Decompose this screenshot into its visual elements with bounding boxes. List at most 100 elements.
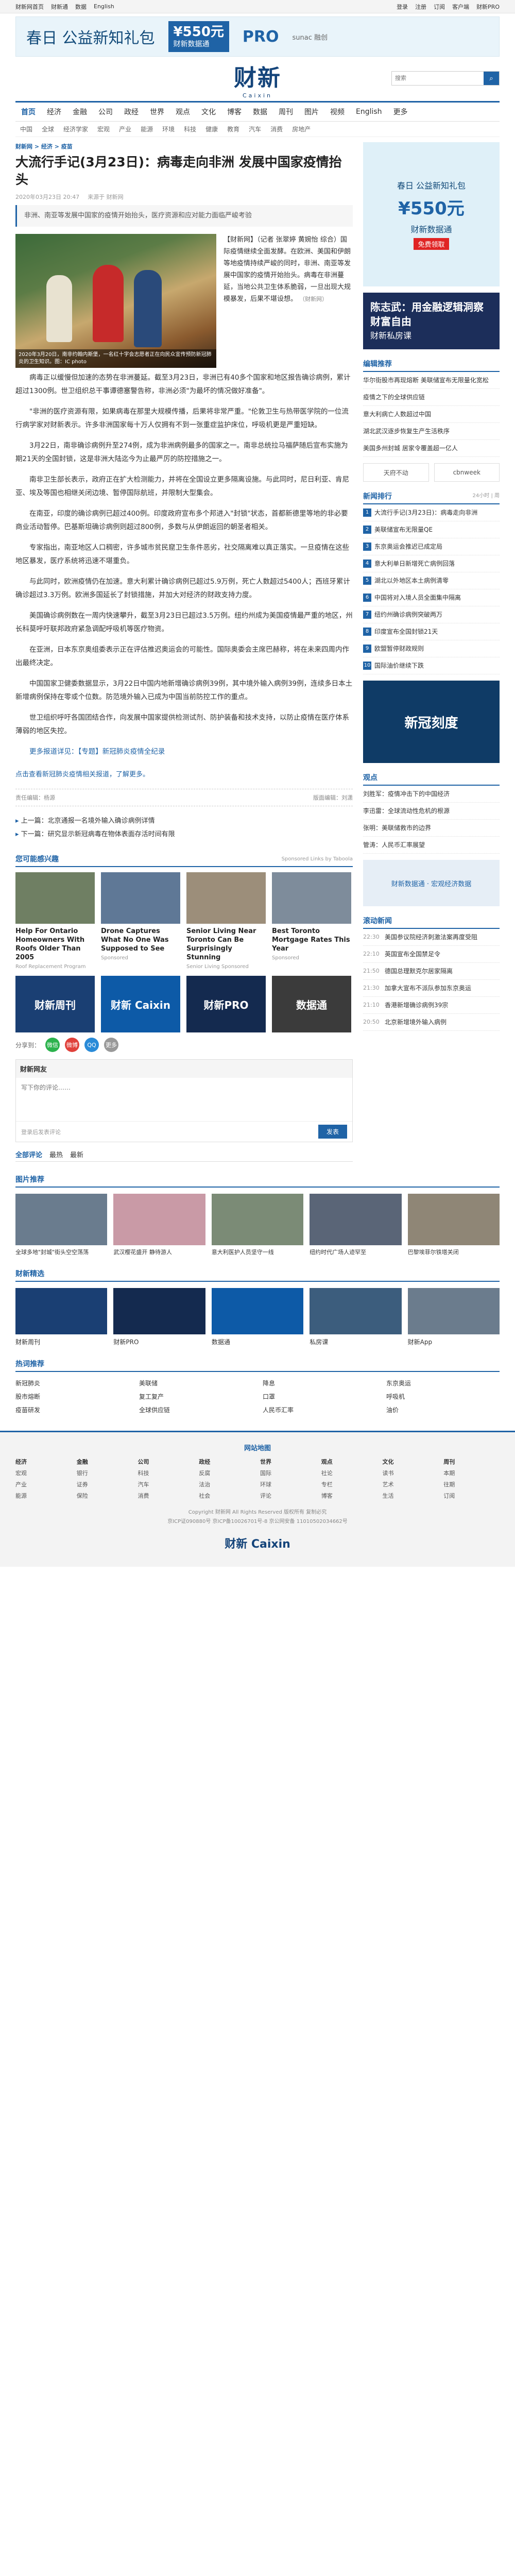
keyword-link[interactable]: 全球供应链 — [139, 1405, 252, 1415]
register-link[interactable]: 注册 — [415, 3, 426, 11]
list-item[interactable]: 华尔街股市再现熔断 美联储宣布无限量化宽松 — [363, 372, 500, 389]
top-banner-ad[interactable]: 春日 公益新知礼包 ¥550元 财新数据通 PRO sunac 融创 — [15, 16, 500, 57]
sponsored-card-title[interactable]: Drone Captures What No One Was Supposed … — [101, 927, 180, 953]
subnav-item[interactable]: 环境 — [158, 125, 179, 133]
keyword-link[interactable]: 口罩 — [263, 1392, 376, 1402]
next-article-link[interactable]: ▸ 下一篇：研究显示新冠病毒在物体表面存活时间有限 — [15, 828, 353, 841]
sitemap-link[interactable]: 国际 — [260, 1469, 316, 1478]
subnav-item[interactable]: 消费 — [266, 125, 287, 133]
sitemap-link[interactable]: 保险 — [77, 1492, 133, 1501]
subnav-item[interactable]: 产业 — [114, 125, 136, 133]
sitemap-heading[interactable]: 世界 — [260, 1458, 316, 1467]
list-item-text[interactable]: 湖北武汉逐步恢复生产生活秩序 — [363, 426, 450, 436]
topbar-link-caixintong[interactable]: 财新通 — [51, 3, 68, 11]
sponsored-tag[interactable]: Sponsored Links by Taboola — [282, 856, 353, 862]
list-item[interactable]: 疫情之下的全球供应链 — [363, 389, 500, 406]
sponsored-card-title[interactable]: Help For Ontario Homeowners With Roofs O… — [15, 927, 95, 962]
list-item-text[interactable]: 东京奥运会推迟已成定局 — [374, 541, 442, 552]
pick-caption[interactable]: 财新PRO — [113, 1337, 205, 1346]
sitemap-link[interactable]: 专栏 — [321, 1480, 377, 1489]
list-item-text[interactable]: 大流行手记(3月23日)：病毒走向非洲 — [374, 507, 477, 518]
gallery-caption[interactable]: 意大利医护人员坚守一线 — [212, 1248, 303, 1256]
list-item[interactable]: 22:30 美国参议院经济刺激法案再度受阻 — [363, 929, 500, 946]
more-share-icon[interactable]: 更多 — [104, 1038, 119, 1052]
list-item[interactable]: 湖北武汉逐步恢复生产生活秩序 — [363, 423, 500, 440]
list-item-text[interactable]: 美国多州封城 居家令覆盖超一亿人 — [363, 443, 458, 453]
list-item-text[interactable]: 纽约州确诊病例突破两万 — [374, 609, 442, 620]
pick-caption[interactable]: 数据通 — [212, 1337, 303, 1346]
sitemap-link[interactable]: 博客 — [321, 1492, 377, 1501]
keyword-link[interactable]: 疫苗研发 — [15, 1405, 129, 1415]
nav-item-economy[interactable]: 经济 — [41, 107, 67, 117]
keyword-link[interactable]: 美联储 — [139, 1378, 252, 1388]
subnav-item[interactable]: 健康 — [201, 125, 222, 133]
gallery-caption[interactable]: 全球多地"封城"街头空空荡荡 — [15, 1248, 107, 1256]
list-item-text[interactable]: 加拿大宣布不派队参加东京奥运 — [385, 983, 471, 993]
nav-item-english[interactable]: English — [350, 108, 388, 116]
subscribe-link[interactable]: 订阅 — [434, 3, 445, 11]
sitemap-link[interactable]: 法治 — [199, 1480, 255, 1489]
gallery-item[interactable]: 巴黎埃菲尔铁塔关闭 — [407, 1194, 500, 1256]
nav-item-companies[interactable]: 公司 — [93, 107, 118, 117]
sitemap-link[interactable]: 社会 — [199, 1492, 255, 1501]
list-item[interactable]: 5 湖北以外地区本土病例清零 — [363, 572, 500, 589]
site-logo[interactable]: 财新 — [234, 59, 281, 92]
app-link[interactable]: 客户端 — [452, 3, 469, 11]
sitemap-link[interactable]: 环球 — [260, 1480, 316, 1489]
gallery-item[interactable]: 武汉樱花盛开 静待游人 — [113, 1194, 205, 1256]
sidebar-course-ad[interactable]: 陈志武：用金融逻辑洞察财富自由 财新私房课 — [363, 293, 500, 349]
wechat-share-icon[interactable]: 微信 — [45, 1038, 60, 1052]
list-item-text[interactable]: 张明：美联储救市的边界 — [363, 823, 431, 833]
keyword-link[interactable]: 降息 — [263, 1378, 376, 1388]
sitemap-link[interactable]: 宏观 — [15, 1469, 72, 1478]
list-item[interactable]: 刘胜军：疫情冲击下的中国经济 — [363, 786, 500, 803]
subnav-item[interactable]: 能源 — [136, 125, 158, 133]
pick-item[interactable]: 私房课 — [310, 1288, 402, 1346]
list-item-text[interactable]: 印度宣布全国封锁21天 — [374, 626, 438, 637]
nav-item-more[interactable]: 更多 — [388, 107, 414, 117]
nav-item-finance[interactable]: 金融 — [67, 107, 93, 117]
list-item-text[interactable]: 德国总理默克尔居家隔离 — [385, 966, 453, 976]
list-item[interactable]: 1 大流行手记(3月23日)：病毒走向非洲 — [363, 504, 500, 521]
subnav-item[interactable]: 中国 — [15, 125, 37, 133]
nav-item-world[interactable]: 世界 — [144, 107, 170, 117]
promo-pro[interactable]: 财新PRO — [186, 976, 266, 1032]
more-coverage-link[interactable]: 点击查看新冠肺炎疫情相关报道，了解更多。 — [15, 769, 353, 778]
list-item-text[interactable]: 北京新增境外输入病例 — [385, 1017, 447, 1027]
prev-article-link[interactable]: ▸ 上一篇：北京通报一名境外输入确诊病例详情 — [15, 815, 353, 828]
pick-item[interactable]: 数据通 — [211, 1288, 304, 1346]
search-input[interactable] — [392, 72, 484, 85]
breadcrumb-text[interactable]: 财新网 > 经济 > 疫苗 — [15, 143, 73, 150]
subnav-item[interactable]: 科技 — [179, 125, 201, 133]
nav-item-politics[interactable]: 政经 — [118, 107, 144, 117]
keyword-link[interactable]: 东京奥运 — [386, 1378, 500, 1388]
keyword-link[interactable]: 复工复产 — [139, 1392, 252, 1402]
comment-input[interactable] — [16, 1078, 352, 1119]
gallery-item[interactable]: 纽约时代广场人迹罕至 — [310, 1194, 402, 1256]
sidebar-ad[interactable]: 春日 公益新知礼包 ¥550元 财新数据通 免费领取 — [363, 142, 500, 286]
nav-item-culture[interactable]: 文化 — [196, 107, 221, 117]
sitemap-heading[interactable]: 观点 — [321, 1458, 377, 1467]
sitemap-link[interactable]: 消费 — [138, 1492, 194, 1501]
pick-item[interactable]: 财新周刊 — [15, 1288, 108, 1346]
promo-weekly[interactable]: 财新周刊 — [15, 976, 95, 1032]
partner-logo[interactable]: 天府不动 — [363, 463, 429, 482]
list-item[interactable]: 21:10 香港新增确诊病例39宗 — [363, 997, 500, 1014]
list-item[interactable]: 6 中国将对入境人员全面集中隔离 — [363, 589, 500, 606]
sitemap-link[interactable]: 汽车 — [138, 1480, 194, 1489]
list-item[interactable]: 10 国际油价继续下跌 — [363, 657, 500, 674]
nav-item-weekly[interactable]: 周刊 — [273, 107, 299, 117]
nav-item-video[interactable]: 视频 — [324, 107, 350, 117]
sitemap-heading[interactable]: 公司 — [138, 1458, 194, 1467]
sitemap-link[interactable]: 产业 — [15, 1480, 72, 1489]
list-item-text[interactable]: 意大利单日新增死亡病例回落 — [374, 558, 455, 569]
sitemap-link[interactable]: 本期 — [443, 1469, 500, 1478]
promo-caixin[interactable]: 财新 Caixin — [101, 976, 180, 1032]
sitemap-heading[interactable]: 文化 — [383, 1458, 439, 1467]
list-item[interactable]: 管涛：人民币汇率展望 — [363, 837, 500, 854]
list-item[interactable]: 张明：美联储救市的边界 — [363, 820, 500, 837]
sitemap-link[interactable]: 评论 — [260, 1492, 316, 1501]
sitemap-link[interactable]: 读书 — [383, 1469, 439, 1478]
sponsored-card[interactable]: Drone Captures What No One Was Supposed … — [101, 872, 180, 970]
list-item-text[interactable]: 湖北以外地区本土病例清零 — [374, 575, 449, 586]
